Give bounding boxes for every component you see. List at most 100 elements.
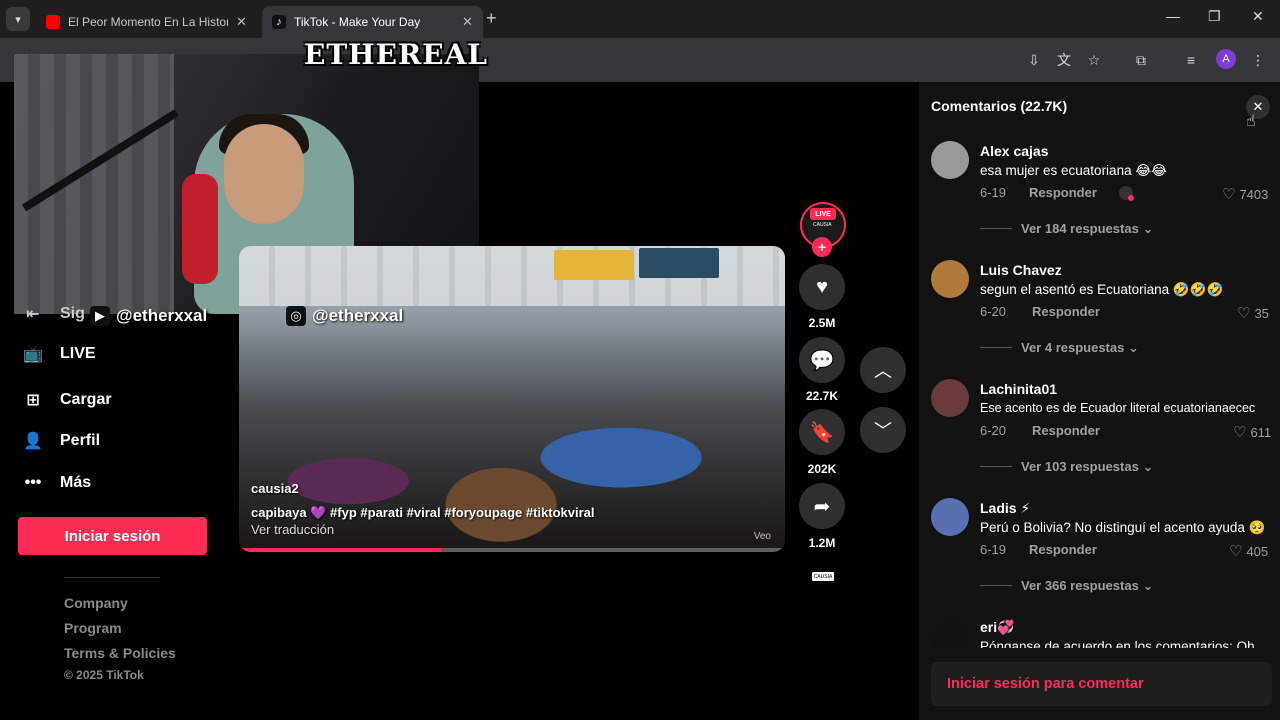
instagram-handle: ◎ @etherxxal: [286, 306, 403, 326]
like-button[interactable]: ♥: [799, 264, 845, 310]
follow-button[interactable]: +: [812, 237, 832, 257]
reply-button[interactable]: Responder: [1032, 423, 1100, 438]
comment-date: 6-20: [980, 304, 1007, 319]
reply-button[interactable]: Responder: [1029, 542, 1097, 557]
like-count: 35: [1254, 305, 1269, 321]
media-control-icon[interactable]: ≡: [1181, 50, 1201, 70]
footer-link-terms[interactable]: Terms & Policies: [64, 645, 176, 661]
bookmark-icon: 🔖: [809, 421, 835, 444]
tab-tiktok[interactable]: ♪ TikTok - Make Your Day ✕: [262, 6, 483, 38]
save-button[interactable]: 🔖: [799, 409, 845, 455]
avatar[interactable]: [931, 379, 969, 417]
avatar[interactable]: [931, 141, 969, 179]
login-button[interactable]: Iniciar sesión: [18, 517, 207, 555]
copyright: © 2025 TikTok: [64, 668, 144, 682]
tab-youtube[interactable]: El Peor Momento En La Historia ✕: [36, 6, 257, 38]
comment-icon: 💬: [809, 349, 835, 372]
sidebar-item-profile[interactable]: 👤 Perfil: [22, 426, 100, 456]
heart-outline-icon: ♡: [1222, 186, 1236, 203]
close-tab-icon[interactable]: ✕: [236, 14, 247, 30]
new-tab-button[interactable]: +: [486, 8, 497, 29]
comment-author[interactable]: Luis Chavez: [980, 262, 1062, 278]
install-app-icon[interactable]: ⇩: [1024, 50, 1044, 70]
creator-liked-badge: [1119, 186, 1134, 201]
login-to-comment-button[interactable]: Iniciar sesión para comentar: [931, 662, 1272, 706]
minimize-icon[interactable]: —: [1166, 8, 1180, 24]
avatar[interactable]: [931, 498, 969, 536]
airport-sign: [554, 250, 634, 280]
comment-author[interactable]: Alex cajas: [980, 143, 1049, 159]
comment-author[interactable]: Ladis ⚡: [980, 500, 1030, 517]
chevron-down-icon: ﹀: [874, 421, 892, 441]
reply-button[interactable]: Responder: [1029, 185, 1097, 200]
extensions-icon[interactable]: ⧉: [1131, 50, 1151, 70]
view-replies-label: Ver 366 respuestas: [1021, 578, 1139, 593]
comment-date: 6-19: [980, 185, 1007, 200]
comment-like[interactable]: ♡ 7403: [1222, 185, 1268, 203]
chevron-down-icon: ⌄: [1127, 340, 1139, 355]
prev-video-button[interactable]: ︿: [860, 347, 906, 393]
comment-like[interactable]: ♡ 35: [1237, 304, 1269, 322]
avatar[interactable]: [931, 260, 969, 298]
mouse-cursor-icon: ☝: [1246, 113, 1256, 130]
replies-divider: [980, 585, 1012, 586]
sidebar-item-label: Sig: [60, 305, 85, 322]
chevron-down-icon: ⌄: [1142, 578, 1154, 593]
sidebar-item-more[interactable]: ••• Más: [22, 468, 92, 498]
next-video-button[interactable]: ﹀: [860, 407, 906, 453]
reply-button[interactable]: Responder: [1032, 304, 1100, 319]
sidebar-item-live[interactable]: 📺 LIVE: [22, 339, 96, 369]
comment-text: Perú o Bolivia? No distinguí el acento a…: [980, 520, 1266, 535]
sidebar-item-partial[interactable]: ⇤ Sig: [22, 299, 85, 329]
restore-icon[interactable]: ❐: [1208, 8, 1221, 25]
menu-kebab-icon[interactable]: ⋮: [1248, 50, 1268, 70]
tiktok-handle: ▶ @etherxxal: [90, 306, 207, 326]
sidebar-divider: [64, 577, 160, 578]
tab-search-button[interactable]: ▾: [6, 7, 30, 31]
music-disc[interactable]: CAUSIA: [812, 572, 834, 581]
tiktok-icon: ♪: [272, 15, 286, 29]
like-count: 7403: [1239, 186, 1269, 202]
footer-link-company[interactable]: Company: [64, 595, 128, 611]
live-icon: 📺: [23, 346, 43, 363]
live-username: CAUSIA: [813, 222, 832, 228]
browser-tab-bar: ▾ El Peor Momento En La Historia ✕ ♪ Tik…: [0, 0, 1280, 38]
like-count: 2.5M: [808, 316, 836, 330]
close-window-icon[interactable]: ✕: [1252, 8, 1264, 25]
avatar[interactable]: [931, 619, 969, 648]
more-icon: •••: [24, 474, 42, 491]
share-count: 1.2M: [808, 536, 836, 550]
comment-like[interactable]: ♡ 611: [1233, 423, 1271, 441]
comment-date: 6-20: [980, 423, 1007, 438]
translate-link[interactable]: Ver traducción: [251, 522, 334, 537]
comment-like[interactable]: ♡ 405: [1229, 542, 1268, 560]
video-author[interactable]: causia2: [251, 481, 299, 496]
comment-button[interactable]: 💬: [799, 337, 845, 383]
heart-outline-icon: ♡: [1229, 543, 1243, 560]
comment-text: Ese acento es de Ecuador literal ecuator…: [980, 401, 1256, 415]
view-replies-button[interactable]: Ver 103 respuestas ⌄: [1021, 459, 1153, 475]
profile-avatar[interactable]: A: [1216, 49, 1236, 69]
ethereal-logo: ETHEREAL: [304, 38, 488, 71]
heart-outline-icon: ♡: [1237, 305, 1251, 322]
comment-author[interactable]: eri💞: [980, 619, 1015, 636]
comment-author[interactable]: Lachinita01: [980, 381, 1057, 397]
heart-icon: ♥: [816, 275, 828, 298]
streamer-head: [224, 124, 304, 224]
bookmark-star-icon[interactable]: ☆: [1084, 50, 1104, 70]
upload-icon: ⊞: [26, 392, 40, 409]
sidebar-item-upload[interactable]: ⊞ Cargar: [22, 385, 111, 415]
video-progress-fill: [239, 548, 442, 552]
like-count: 405: [1246, 543, 1269, 559]
footer-link-program[interactable]: Program: [64, 620, 122, 636]
view-replies-button[interactable]: Ver 366 respuestas ⌄: [1021, 578, 1153, 594]
translate-icon[interactable]: 文: [1054, 50, 1074, 70]
heart-outline-icon: ♡: [1233, 424, 1247, 441]
video-caption: capibaya 💜 #fyp #parati #viral #foryoupa…: [251, 505, 595, 520]
close-tab-icon[interactable]: ✕: [462, 14, 473, 30]
view-replies-button[interactable]: Ver 4 respuestas ⌄: [1021, 340, 1139, 356]
view-replies-button[interactable]: Ver 184 respuestas ⌄: [1021, 221, 1153, 237]
video-player[interactable]: causia2 capibaya 💜 #fyp #parati #viral #…: [239, 246, 785, 552]
comment-text: Pónganse de acuerdo en los comentarios: …: [980, 639, 1255, 648]
share-button[interactable]: ➦: [799, 483, 845, 529]
